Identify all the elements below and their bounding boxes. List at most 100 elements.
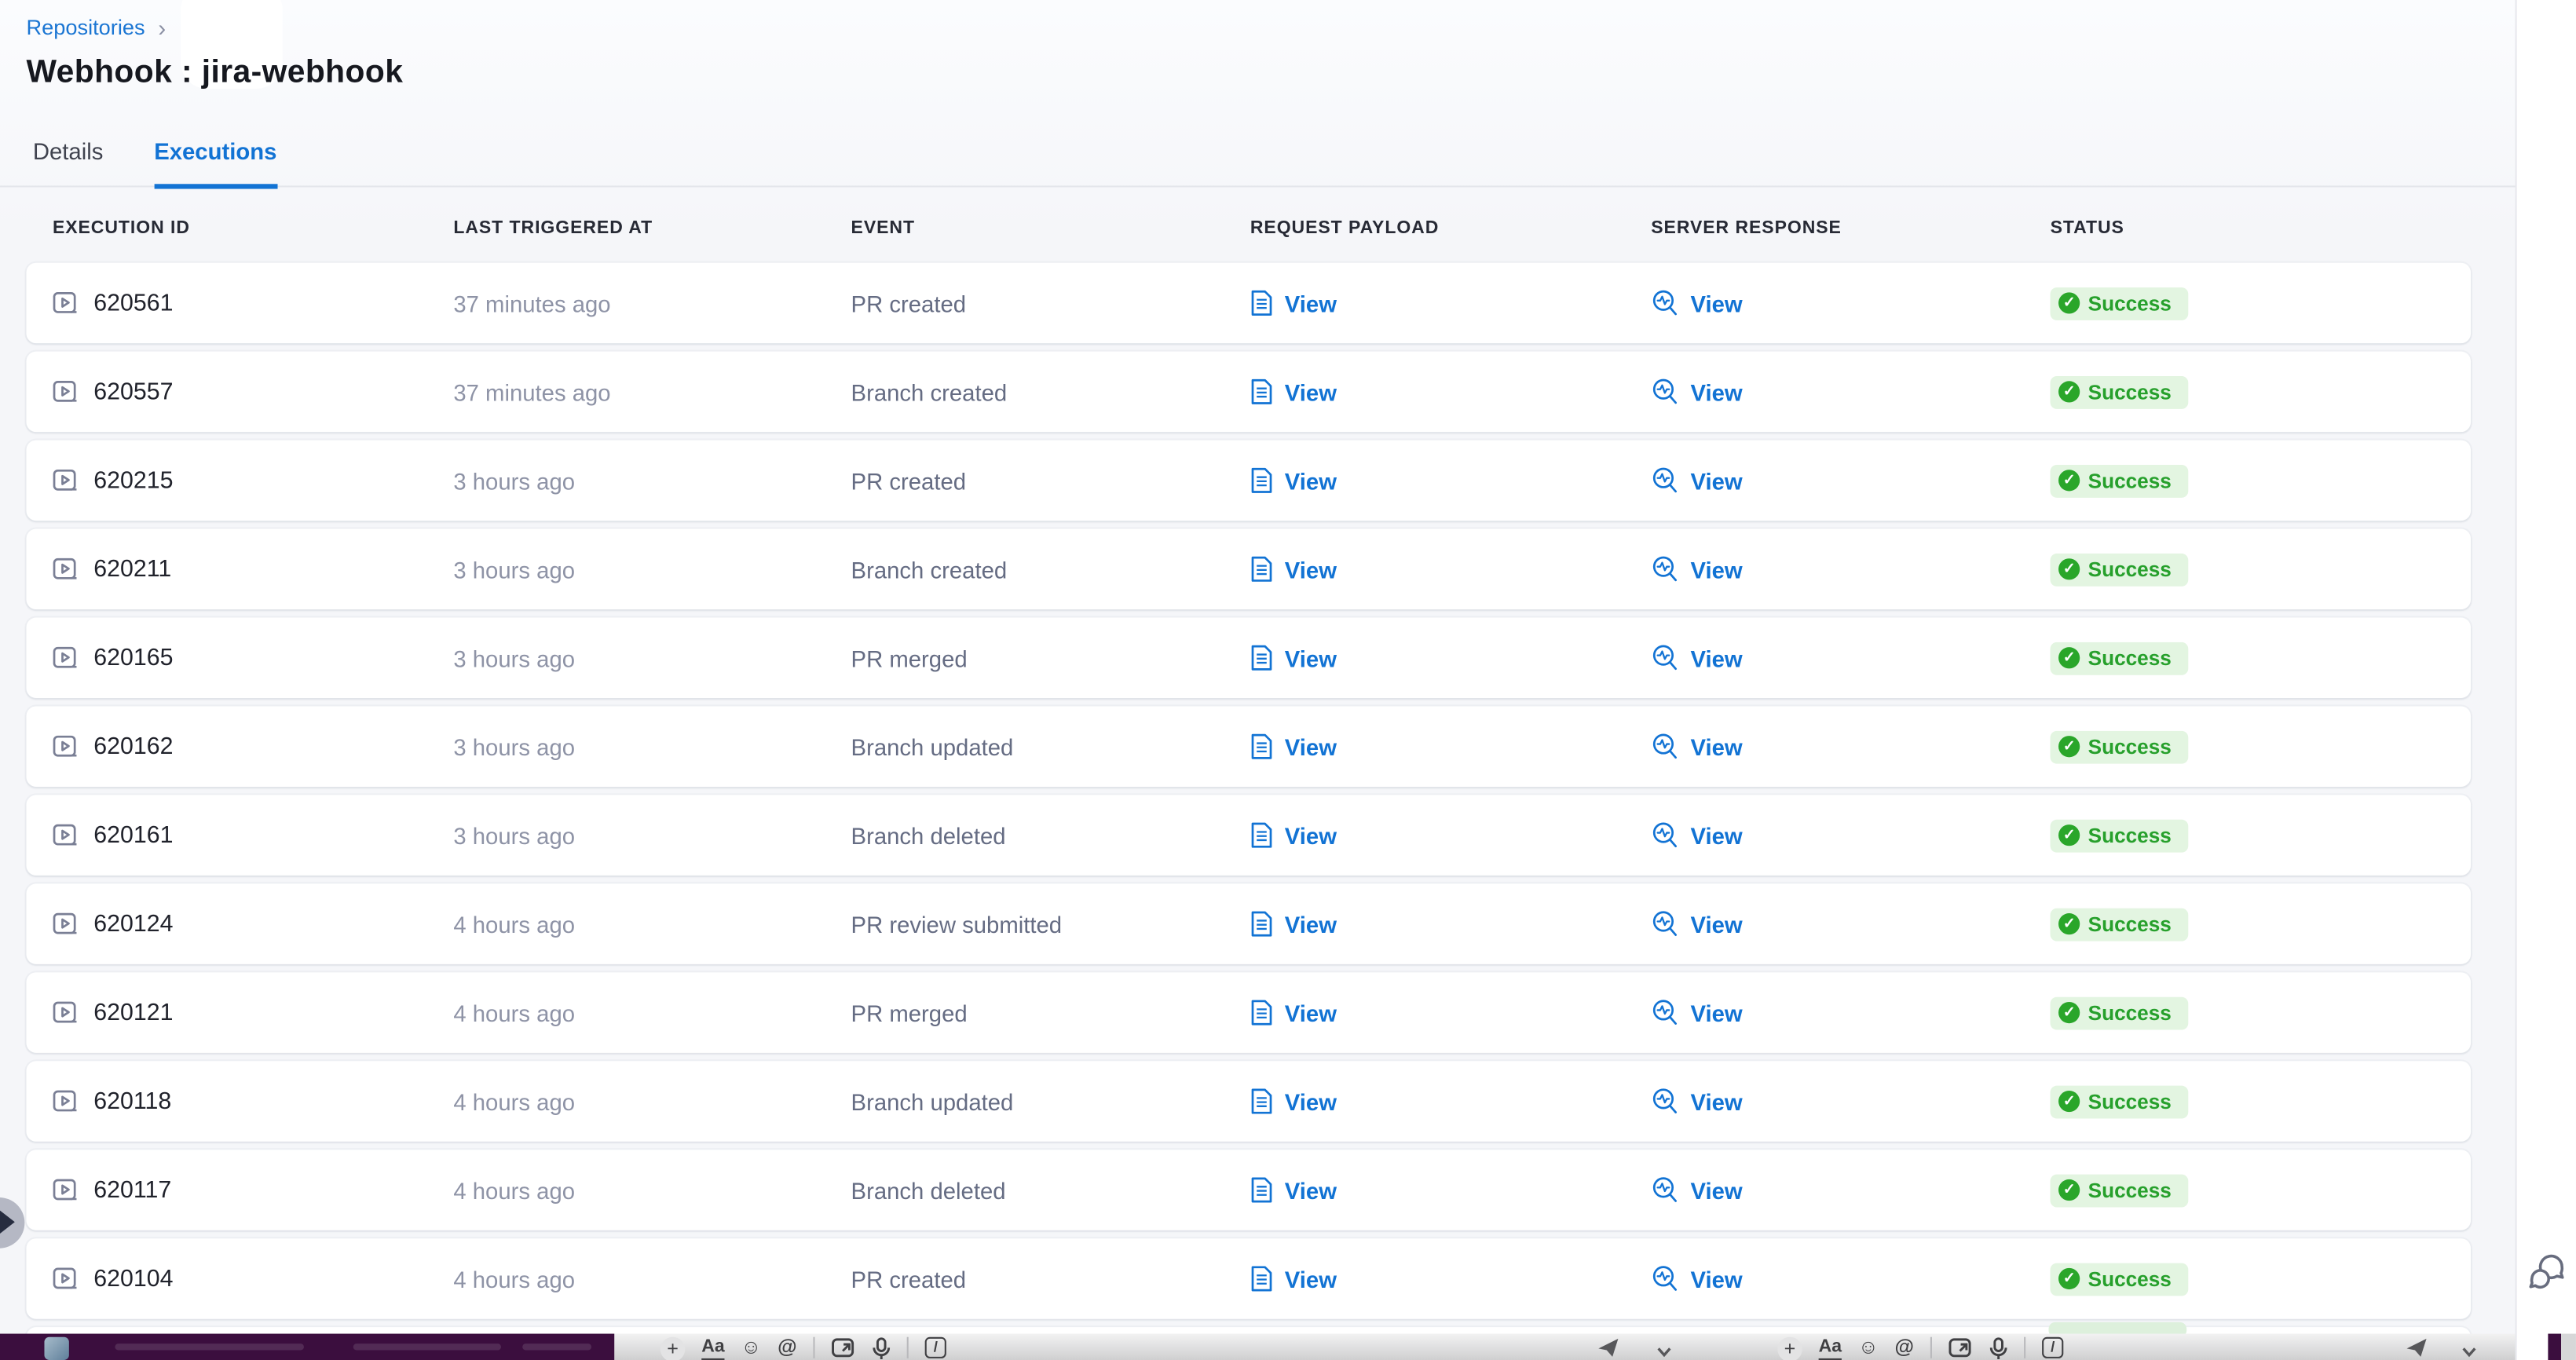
server-response-view-link[interactable]: View [1651, 378, 2050, 406]
chat-bubbles-icon[interactable] [2527, 1252, 2566, 1294]
background-window-edge [2548, 1334, 2561, 1360]
event-cell: Branch created [851, 378, 1250, 404]
status-label: Success [2088, 292, 2172, 315]
server-response-view-link[interactable]: View [1651, 1265, 2050, 1293]
execution-run-icon [53, 291, 79, 315]
check-circle-icon: ✓ [2058, 1268, 2080, 1289]
tab-details[interactable]: Details [33, 138, 104, 186]
check-circle-icon: ✓ [2058, 737, 2080, 758]
event-cell: PR review submitted [851, 911, 1250, 937]
request-payload-view-link[interactable]: View [1250, 1265, 1651, 1293]
last-triggered-cell: 37 minutes ago [453, 290, 851, 316]
request-payload-view-link[interactable]: View [1250, 733, 1651, 761]
event-cell: PR created [851, 1266, 1250, 1292]
status-cell: ✓ Success [2051, 1173, 2472, 1207]
execution-id: 620117 [93, 1177, 171, 1203]
view-label: View [1690, 378, 1742, 404]
execution-id: 620165 [93, 645, 173, 671]
execution-id-cell: 620215 [53, 467, 453, 493]
server-response-view-link[interactable]: View [1651, 733, 2050, 761]
background-text-blob [353, 1344, 501, 1350]
status-cell: ✓ Success [2051, 463, 2472, 497]
background-slack-sidebar [0, 1334, 614, 1360]
webhook-executions-page: Repositories › Webhook : jira-webhook De… [0, 0, 2576, 1360]
request-payload-view-link[interactable]: View [1250, 289, 1651, 317]
server-response-view-link[interactable]: View [1651, 821, 2050, 850]
status-label: Success [2088, 1267, 2172, 1290]
server-response-view-link[interactable]: View [1651, 999, 2050, 1027]
event-cell: PR merged [851, 645, 1250, 671]
server-response-view-link[interactable]: View [1651, 910, 2050, 938]
event-cell: PR created [851, 290, 1250, 316]
plus-icon[interactable]: + [660, 1337, 685, 1360]
view-label: View [1690, 822, 1742, 848]
event-cell: Branch updated [851, 1088, 1250, 1114]
mention-icon[interactable]: @ [1895, 1337, 1914, 1358]
status-cell: ✓ Success [2051, 818, 2472, 852]
slash-command-icon[interactable]: / [925, 1337, 946, 1358]
column-header-request-payload: REQUEST PAYLOAD [1250, 218, 1651, 238]
status-label: Success [2088, 1090, 2172, 1113]
send-paper-plane-icon[interactable] [1597, 1337, 1619, 1360]
document-icon [1250, 1265, 1273, 1293]
table-row: 620117 4 hours ago Branch deleted View [26, 1150, 2471, 1230]
text-format-icon[interactable]: Aa [1819, 1337, 1842, 1360]
breadcrumb: Repositories › [26, 15, 166, 39]
document-icon [1250, 733, 1273, 761]
status-badge: ✓ Success [2051, 553, 2188, 586]
request-payload-view-link[interactable]: View [1250, 466, 1651, 495]
emoji-icon[interactable]: ☺ [741, 1337, 762, 1358]
server-response-view-link[interactable]: View [1651, 644, 2050, 672]
tab-executions[interactable]: Executions [154, 138, 276, 189]
send-options-caret-icon[interactable] [1656, 1337, 1673, 1360]
request-payload-view-link[interactable]: View [1250, 910, 1651, 938]
response-monitor-icon [1651, 999, 1679, 1027]
page-title: Webhook : jira-webhook [26, 54, 403, 92]
request-payload-view-link[interactable]: View [1250, 644, 1651, 672]
response-monitor-icon [1651, 910, 1679, 938]
view-label: View [1690, 1177, 1742, 1203]
request-payload-view-link[interactable]: View [1250, 555, 1651, 583]
execution-id: 620121 [93, 1000, 173, 1025]
status-badge: ✓ Success [2051, 819, 2188, 852]
send-options-caret-icon[interactable] [2461, 1337, 2478, 1360]
toolbar-divider [1930, 1337, 1932, 1358]
composer-format-group: + Aa ☺ @ / [1777, 1337, 2063, 1360]
server-response-view-link[interactable]: View [1651, 289, 2050, 317]
mention-icon[interactable]: @ [778, 1337, 796, 1358]
chevron-right-icon: › [158, 16, 166, 38]
view-label: View [1690, 911, 1742, 937]
plus-icon[interactable]: + [1777, 1337, 1802, 1360]
request-payload-view-link[interactable]: View [1250, 1176, 1651, 1205]
emoji-icon[interactable]: ☺ [1858, 1337, 1879, 1358]
server-response-view-link[interactable]: View [1651, 1088, 2050, 1116]
microphone-icon[interactable] [873, 1337, 891, 1360]
view-label: View [1285, 733, 1337, 759]
request-payload-view-link[interactable]: View [1250, 999, 1651, 1027]
slash-command-icon[interactable]: / [2042, 1337, 2063, 1358]
video-clip-icon[interactable] [832, 1337, 856, 1360]
view-label: View [1690, 1266, 1742, 1292]
status-label: Success [2088, 1179, 2172, 1201]
request-payload-view-link[interactable]: View [1250, 821, 1651, 850]
last-triggered-cell: 4 hours ago [453, 1000, 851, 1025]
microphone-icon[interactable] [1989, 1337, 2007, 1360]
execution-run-icon [53, 1089, 79, 1113]
check-circle-icon: ✓ [2058, 559, 2080, 580]
text-format-icon[interactable]: Aa [701, 1337, 724, 1360]
server-response-view-link[interactable]: View [1651, 1176, 2050, 1205]
server-response-view-link[interactable]: View [1651, 555, 2050, 583]
request-payload-view-link[interactable]: View [1250, 378, 1651, 406]
arrow-right-icon [0, 1211, 15, 1234]
execution-id: 620124 [93, 911, 173, 937]
last-triggered-cell: 37 minutes ago [453, 378, 851, 404]
server-response-view-link[interactable]: View [1651, 466, 2050, 495]
execution-id-cell: 620557 [53, 378, 453, 404]
video-clip-icon[interactable] [1948, 1337, 1973, 1360]
edge-expand-button[interactable] [0, 1197, 24, 1248]
breadcrumb-repositories-link[interactable]: Repositories [26, 15, 145, 39]
send-paper-plane-icon[interactable] [2405, 1337, 2428, 1360]
execution-run-icon [53, 823, 79, 847]
request-payload-view-link[interactable]: View [1250, 1088, 1651, 1116]
response-monitor-icon [1651, 1265, 1679, 1293]
